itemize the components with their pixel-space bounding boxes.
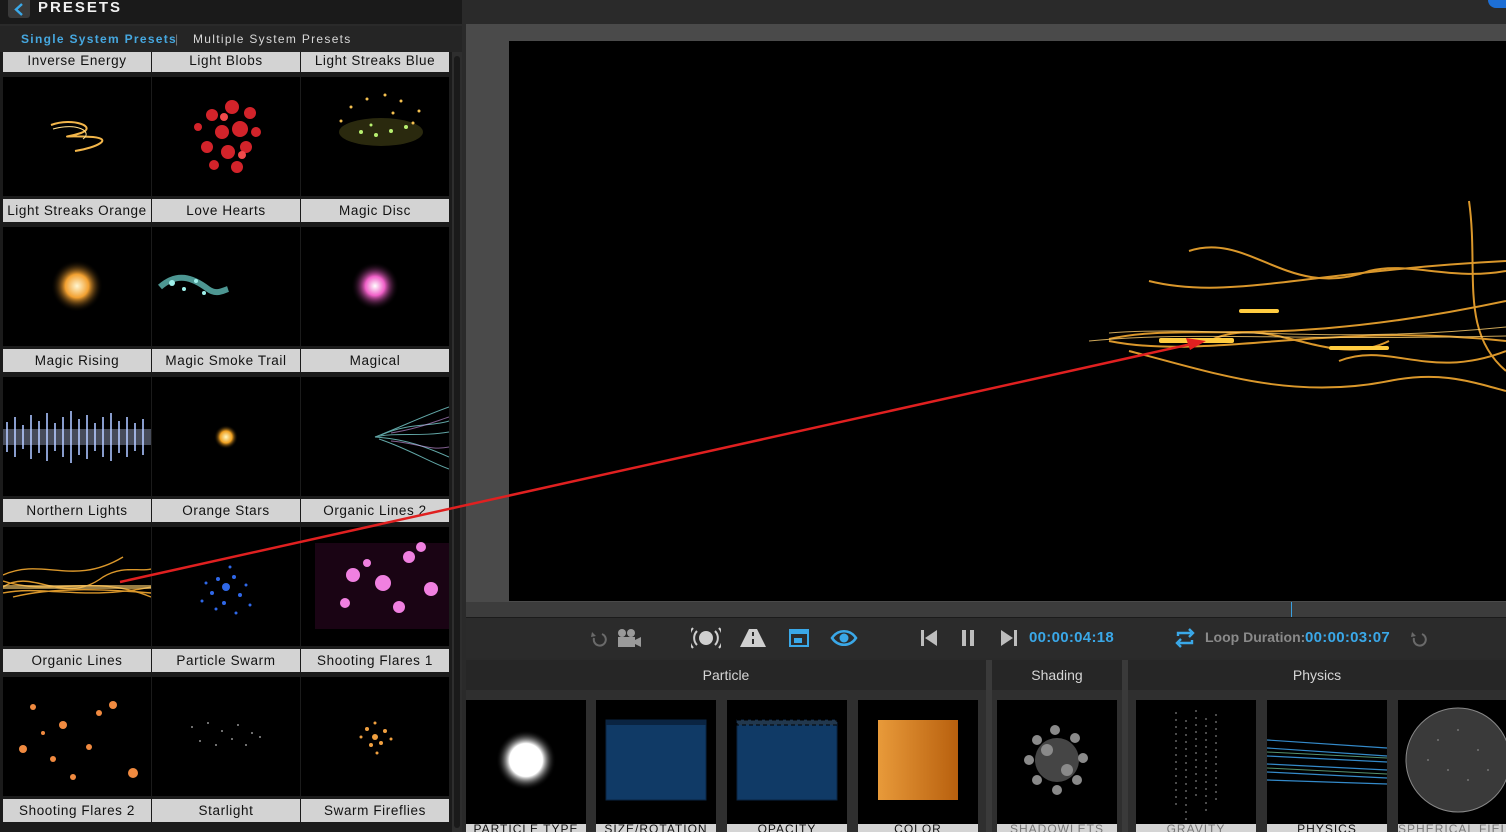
- tile-physics[interactable]: PHYSICS: [1267, 700, 1387, 832]
- preset-label[interactable]: Light Blobs: [152, 52, 300, 72]
- preset-thumbnail-love-hearts[interactable]: [152, 77, 300, 196]
- preset-thumbnail-orange-stars[interactable]: [152, 377, 300, 496]
- tile-size-rotation[interactable]: SIZE/ROTATION: [596, 700, 716, 832]
- section-physics: Physics: [1128, 660, 1506, 690]
- preset-grid: Inverse Energy Light Blobs Light Streaks…: [0, 52, 452, 832]
- preset-label[interactable]: Light Streaks Orange: [3, 199, 151, 222]
- chevron-left-icon: [14, 3, 23, 16]
- preset-thumbnail-magic-disc[interactable]: [301, 77, 449, 196]
- preset-thumbnail-starlight[interactable]: [152, 677, 300, 796]
- preset-thumbnail-particle-swarm[interactable]: [152, 527, 300, 646]
- tab-multiple-system-presets[interactable]: Multiple System Presets: [193, 32, 352, 46]
- reset-icon[interactable]: [1408, 626, 1428, 650]
- loop-duration-value[interactable]: 00:00:03:07: [1305, 629, 1390, 646]
- skip-forward-icon[interactable]: [998, 626, 1020, 650]
- loop-duration-label: Loop Duration:: [1205, 629, 1306, 645]
- preset-label[interactable]: Organic Lines: [3, 649, 151, 672]
- preset-label[interactable]: Northern Lights: [3, 499, 151, 522]
- tile-shadowlets[interactable]: SHADOWLETS: [997, 700, 1117, 832]
- preset-label[interactable]: Starlight: [152, 799, 300, 822]
- camera-icon[interactable]: [614, 626, 642, 650]
- section-particle: Particle: [466, 660, 986, 690]
- tile-label: COLOR: [858, 824, 978, 832]
- preset-thumbnail-swarm-fireflies[interactable]: [301, 677, 449, 796]
- preset-label[interactable]: Particle Swarm: [152, 649, 300, 672]
- tile-color[interactable]: COLOR: [858, 700, 978, 832]
- playhead[interactable]: [1291, 602, 1292, 617]
- tab-single-system-presets[interactable]: Single System Presets: [21, 32, 177, 46]
- preset-tabs: Single System Presets | Multiple System …: [0, 26, 462, 52]
- tile-gravity[interactable]: GRAVITY: [1136, 700, 1256, 832]
- tile-particle-type[interactable]: PARTICLE TYPE: [466, 700, 586, 832]
- tab-separator: |: [175, 32, 180, 46]
- preset-label[interactable]: Magical: [301, 349, 449, 372]
- tile-label: SHADOWLETS: [997, 824, 1117, 832]
- corner-button[interactable]: [1488, 0, 1506, 8]
- preset-thumbnail-organic-lines-2[interactable]: [301, 377, 449, 496]
- back-button[interactable]: [8, 0, 30, 18]
- preset-thumbnail-shooting-flares-1[interactable]: [301, 527, 449, 646]
- eye-icon[interactable]: [830, 626, 858, 650]
- broadcast-icon[interactable]: [691, 626, 721, 650]
- preset-thumbnail-magic-rising[interactable]: [3, 227, 151, 346]
- preset-thumbnail-magical[interactable]: [301, 227, 449, 346]
- preset-label[interactable]: Shooting Flares 1: [301, 649, 449, 672]
- preset-label[interactable]: Inverse Energy: [3, 52, 151, 72]
- preset-label[interactable]: Orange Stars: [152, 499, 300, 522]
- preset-scrollbar[interactable]: [452, 52, 462, 832]
- section-divider: [986, 690, 992, 832]
- app-window: PRESETS Single System Presets | Multiple…: [0, 0, 1506, 832]
- tile-label: PARTICLE TYPE: [466, 824, 586, 832]
- undo-icon[interactable]: [588, 626, 608, 650]
- preset-thumbnail-light-streaks-orange[interactable]: [3, 77, 151, 196]
- tile-label: PHYSICS: [1267, 824, 1387, 832]
- tile-label: OPACITY: [727, 824, 847, 832]
- transport-bar: 00:00:04:18 Loop Duration: 00:00:03:07: [466, 618, 1506, 658]
- preset-label[interactable]: Light Streaks Blue: [301, 52, 449, 72]
- skip-back-icon[interactable]: [918, 626, 940, 650]
- preset-thumbnail-organic-lines[interactable]: [3, 527, 151, 646]
- loop-icon[interactable]: [1174, 626, 1196, 650]
- preset-label[interactable]: Swarm Fireflies: [301, 799, 449, 822]
- current-timecode: 00:00:04:18: [1029, 629, 1115, 646]
- presets-header: PRESETS: [0, 0, 462, 24]
- preset-thumbnail-northern-lights[interactable]: [3, 377, 151, 496]
- section-divider: [1122, 690, 1128, 832]
- preset-thumbnail-magic-smoke-trail[interactable]: [152, 227, 300, 346]
- tile-label: SPHERICAL FIELD: [1398, 824, 1506, 832]
- tile-label: SIZE/ROTATION: [596, 824, 716, 832]
- preset-label[interactable]: Magic Smoke Trail: [152, 349, 300, 372]
- pause-icon[interactable]: [958, 626, 978, 650]
- timeline-scrubber[interactable]: [466, 602, 1506, 618]
- road-icon[interactable]: [738, 626, 768, 650]
- page-title: PRESETS: [38, 0, 123, 16]
- preset-label[interactable]: Magic Rising: [3, 349, 151, 372]
- preset-label[interactable]: Magic Disc: [301, 199, 449, 222]
- tile-label: GRAVITY: [1136, 824, 1256, 832]
- window-icon[interactable]: [788, 626, 810, 650]
- preset-label[interactable]: Love Hearts: [152, 199, 300, 222]
- section-shading: Shading: [992, 660, 1122, 690]
- preset-label[interactable]: Shooting Flares 2: [3, 799, 151, 822]
- tile-opacity[interactable]: OPACITY: [727, 700, 847, 832]
- preset-label[interactable]: Organic Lines 2: [301, 499, 449, 522]
- preview-canvas[interactable]: [509, 41, 1506, 601]
- tile-spherical-field[interactable]: SPHERICAL FIELD: [1398, 700, 1506, 832]
- preset-thumbnail-shooting-flares-2[interactable]: [3, 677, 151, 796]
